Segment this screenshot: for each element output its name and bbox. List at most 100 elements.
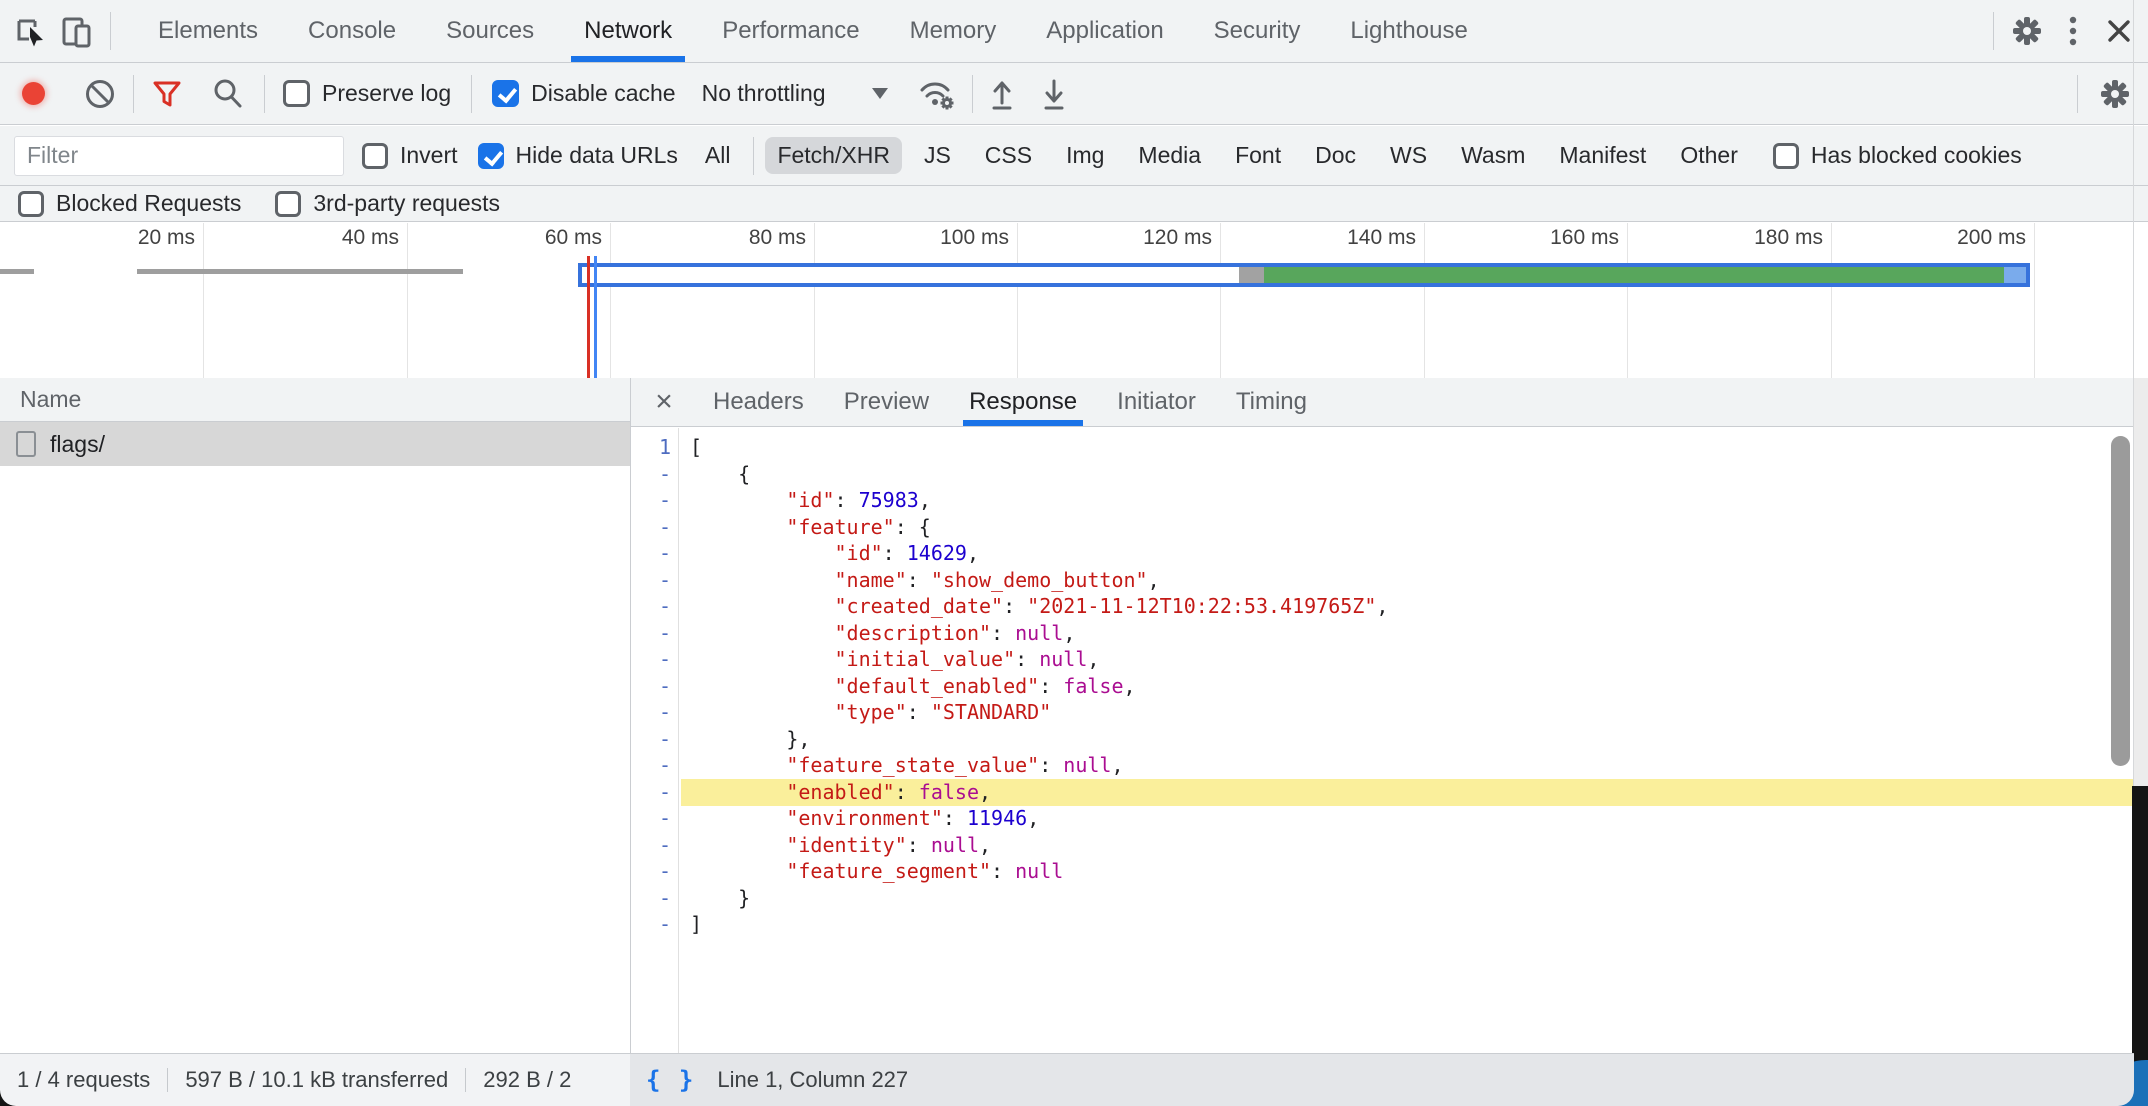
line-number: -	[631, 911, 681, 938]
response-line: 1[	[631, 434, 2148, 461]
timeline-gridline	[1424, 223, 1425, 378]
detail-tab-preview[interactable]: Preview	[824, 378, 949, 426]
detail-tab-timing[interactable]: Timing	[1216, 378, 1327, 426]
request-name: flags/	[50, 431, 105, 458]
filter-input[interactable]	[14, 136, 344, 176]
code-text: "description": null,	[681, 620, 2148, 647]
invert-label: Invert	[400, 142, 458, 169]
disable-cache-checkbox[interactable]: Disable cache	[492, 80, 675, 107]
source-status-bar: { } Line 1, Column 227	[630, 1053, 2134, 1106]
filter-pill-img[interactable]: Img	[1054, 137, 1116, 174]
response-code-pane: 1[- {- "id": 75983,- "feature": {- "id":…	[631, 428, 2148, 1053]
search-icon	[210, 76, 246, 112]
filter-toggle-button[interactable]	[150, 77, 184, 111]
more-options-button[interactable]	[2050, 8, 2096, 54]
close-devtools-button[interactable]	[2096, 8, 2142, 54]
checkbox-checked	[478, 143, 504, 169]
summary-resources: 292 B / 2	[466, 1067, 588, 1093]
has-blocked-cookies-checkbox[interactable]: Has blocked cookies	[1773, 142, 2022, 169]
response-line: - "created_date": "2021-11-12T10:22:53.4…	[631, 593, 2148, 620]
timeline-tick-label: 160 ms	[1479, 226, 1619, 250]
timeline-tick-label: 100 ms	[869, 226, 1009, 250]
preserve-log-checkbox[interactable]: Preserve log	[283, 80, 451, 107]
response-line: - "feature_state_value": null,	[631, 752, 2148, 779]
code-text: "id": 75983,	[681, 487, 2148, 514]
line-number: -	[631, 832, 681, 859]
blocked-requests-checkbox[interactable]: Blocked Requests	[18, 190, 241, 217]
timeline-gridline	[1831, 223, 1832, 378]
tab-elements[interactable]: Elements	[133, 0, 283, 62]
has-blocked-cookies-label: Has blocked cookies	[1811, 142, 2022, 169]
overview-selected-request-bar	[578, 263, 2030, 287]
filter-pill-js[interactable]: JS	[912, 137, 963, 174]
filter-pill-all[interactable]: All	[693, 137, 743, 174]
invert-checkbox[interactable]: Invert	[362, 142, 458, 169]
filter-pill-media[interactable]: Media	[1126, 137, 1213, 174]
tab-security[interactable]: Security	[1189, 0, 1326, 62]
toolbar-divider	[133, 75, 134, 113]
code-text: [	[681, 434, 2148, 461]
timeline-tick-label: 60 ms	[462, 226, 602, 250]
code-text: "identity": null,	[681, 832, 2148, 859]
import-har-button[interactable]	[987, 76, 1017, 112]
detail-tab-headers[interactable]: Headers	[693, 378, 824, 426]
tab-lighthouse[interactable]: Lighthouse	[1325, 0, 1492, 62]
tab-application[interactable]: Application	[1021, 0, 1188, 62]
panel-tabs: ElementsConsoleSourcesNetworkPerformance…	[133, 0, 1493, 62]
settings-button[interactable]	[2004, 8, 2050, 54]
filter-pill-font[interactable]: Font	[1223, 137, 1293, 174]
code-text: "feature": {	[681, 514, 2148, 541]
throttling-select[interactable]: No throttling	[702, 80, 888, 107]
filter-pill-fetchxhr[interactable]: Fetch/XHR	[765, 137, 901, 174]
close-icon: ×	[655, 385, 673, 419]
export-har-button[interactable]	[1039, 76, 1069, 112]
response-line: - "environment": 11946,	[631, 805, 2148, 832]
detail-tab-response[interactable]: Response	[949, 378, 1097, 426]
page-event-line	[587, 256, 590, 378]
third-party-requests-checkbox[interactable]: 3rd-party requests	[275, 190, 500, 217]
hide-data-urls-checkbox[interactable]: Hide data URLs	[478, 142, 678, 169]
overview-bar-segment	[1264, 267, 2004, 283]
record-button[interactable]	[22, 82, 45, 105]
close-detail-button[interactable]: ×	[641, 379, 687, 425]
summary-requests-count: 1 / 4 requests	[0, 1067, 167, 1093]
line-number: -	[631, 858, 681, 885]
inspect-element-button[interactable]	[8, 8, 54, 54]
toolbar-divider	[972, 75, 973, 113]
requests-table-header[interactable]: Name	[0, 378, 630, 422]
timeline-tick-label: 140 ms	[1276, 226, 1416, 250]
detail-tab-initiator[interactable]: Initiator	[1097, 378, 1216, 426]
code-text: },	[681, 726, 2148, 753]
device-toolbar-button[interactable]	[54, 8, 100, 54]
filter-pill-wasm[interactable]: Wasm	[1449, 137, 1537, 174]
overview-bar-segment	[582, 267, 1239, 283]
network-overview-timeline[interactable]: 20 ms40 ms60 ms80 ms100 ms120 ms140 ms16…	[0, 223, 2148, 379]
tab-sources[interactable]: Sources	[421, 0, 559, 62]
response-line: - },	[631, 726, 2148, 753]
hide-data-urls-label: Hide data URLs	[516, 142, 678, 169]
request-detail-tabbar: × HeadersPreviewResponseInitiatorTiming	[631, 378, 2148, 427]
request-row-flags[interactable]: flags/	[0, 422, 630, 466]
network-filter-bar: Invert Hide data URLs All Fetch/XHR JS CSS I…	[0, 126, 2148, 186]
tab-memory[interactable]: Memory	[885, 0, 1022, 62]
network-conditions-button[interactable]	[918, 76, 958, 112]
filter-pill-other[interactable]: Other	[1668, 137, 1750, 174]
toolbar-divider	[2077, 75, 2078, 113]
network-settings-button[interactable]	[2092, 71, 2138, 117]
page-background-strip	[2132, 786, 2148, 1106]
tab-console[interactable]: Console	[283, 0, 421, 62]
line-number: -	[631, 461, 681, 488]
overview-bar-segment	[1239, 267, 1264, 283]
filter-pill-ws[interactable]: WS	[1378, 137, 1439, 174]
filter-pill-manifest[interactable]: Manifest	[1547, 137, 1658, 174]
tab-network[interactable]: Network	[559, 0, 697, 62]
tab-performance[interactable]: Performance	[697, 0, 884, 62]
format-button[interactable]: { }	[646, 1066, 695, 1094]
search-button[interactable]	[210, 76, 246, 112]
clear-button[interactable]	[83, 77, 117, 111]
filter-pill-doc[interactable]: Doc	[1303, 137, 1368, 174]
filter-pill-css[interactable]: CSS	[973, 137, 1044, 174]
detail-tabs-list: HeadersPreviewResponseInitiatorTiming	[693, 378, 1327, 426]
timeline-tick-label: 20 ms	[55, 226, 195, 250]
window-edge-strip	[2134, 378, 2148, 786]
